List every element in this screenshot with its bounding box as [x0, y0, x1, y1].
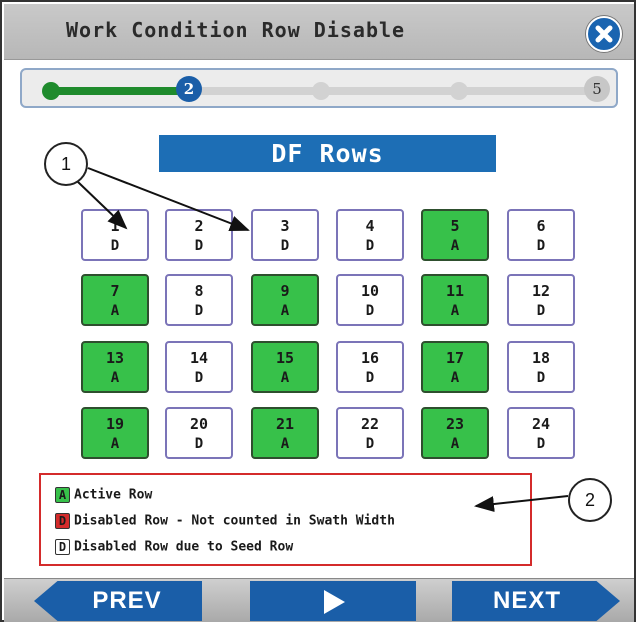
row-cell-22[interactable]: 22 D	[336, 407, 404, 459]
row-number: 2	[194, 217, 204, 235]
play-button[interactable]	[250, 581, 416, 621]
row-number: 11	[445, 282, 465, 300]
row-cell-24[interactable]: 24 D	[507, 407, 575, 459]
row-number: 15	[275, 349, 295, 367]
row-cell-11[interactable]: 11 A	[421, 274, 489, 326]
row-status: D	[536, 238, 546, 254]
row-cell-10[interactable]: 10 D	[336, 274, 404, 326]
row-status: A	[110, 303, 120, 319]
next-button[interactable]: NEXT	[452, 581, 620, 621]
row-cell-12[interactable]: 12 D	[507, 274, 575, 326]
row-status: A	[450, 303, 460, 319]
row-cell-8[interactable]: 8D	[165, 274, 233, 326]
app-window: Work Condition Row Disable 2 5 DF Rows 1…	[0, 0, 636, 622]
row-number: 14	[189, 349, 209, 367]
play-icon	[324, 589, 345, 614]
legend-key-disabled: D	[55, 513, 70, 529]
row-cell-4[interactable]: 4D	[336, 209, 404, 261]
row-cell-23[interactable]: 23 A	[421, 407, 489, 459]
row-number: 24	[531, 415, 551, 433]
row-number: 10	[360, 282, 380, 300]
row-number: 9	[280, 282, 290, 300]
row-cell-16[interactable]: 16 D	[336, 341, 404, 393]
row-status: A	[280, 370, 290, 386]
row-number: 4	[365, 217, 375, 235]
row-status: D	[194, 370, 204, 386]
row-status: A	[450, 238, 460, 254]
row-status: D	[365, 370, 375, 386]
row-cell-19[interactable]: 19 A	[81, 407, 149, 459]
row-number: 21	[275, 415, 295, 433]
row-number: 6	[536, 217, 546, 235]
row-number: 22	[360, 415, 380, 433]
legend-key-seed-disabled: D	[55, 539, 70, 555]
callout-1: 1	[44, 142, 88, 186]
row-status: D	[110, 238, 120, 254]
legend-label: Disabled Row due to Seed Row	[74, 539, 294, 555]
row-cell-14[interactable]: 14 D	[165, 341, 233, 393]
legend-item-seed-disabled: D Disabled Row due to Seed Row	[55, 539, 293, 559]
prev-button[interactable]: PREV	[34, 581, 202, 621]
row-number: 8	[194, 282, 204, 300]
row-number: 19	[105, 415, 125, 433]
row-number: 20	[189, 415, 209, 433]
row-number: 12	[531, 282, 551, 300]
row-status: D	[536, 303, 546, 319]
legend-key-active: A	[55, 487, 70, 503]
bottom-nav: PREV NEXT	[4, 578, 634, 622]
row-status: D	[365, 436, 375, 452]
row-number: 18	[531, 349, 551, 367]
row-status: A	[110, 436, 120, 452]
row-cell-1[interactable]: 1D	[81, 209, 149, 261]
row-status: D	[194, 436, 204, 452]
row-number: 7	[110, 282, 120, 300]
row-cell-18[interactable]: 18 D	[507, 341, 575, 393]
row-cell-20[interactable]: 20 D	[165, 407, 233, 459]
row-number: 5	[450, 217, 460, 235]
legend-label: Active Row	[74, 487, 153, 503]
row-number: 17	[445, 349, 465, 367]
row-status: A	[450, 370, 460, 386]
row-cell-17[interactable]: 17 A	[421, 341, 489, 393]
row-cell-21[interactable]: 21 A	[251, 407, 319, 459]
row-number: 13	[105, 349, 125, 367]
row-status: A	[280, 303, 290, 319]
row-status: A	[110, 370, 120, 386]
row-status: D	[536, 370, 546, 386]
row-status: D	[280, 238, 290, 254]
row-number: 16	[360, 349, 380, 367]
row-cell-13[interactable]: 13 A	[81, 341, 149, 393]
legend: A Active Row D Disabled Row - Not counted …	[39, 473, 532, 566]
row-number: 1	[110, 217, 120, 235]
row-status: A	[280, 436, 290, 452]
row-status: D	[536, 436, 546, 452]
row-cell-5[interactable]: 5A	[421, 209, 489, 261]
legend-item-active: A Active Row	[55, 487, 152, 507]
legend-item-disabled: D Disabled Row - Not counted in Swath Wid…	[55, 513, 395, 533]
row-cell-2[interactable]: 2D	[165, 209, 233, 261]
row-cell-7[interactable]: 7A	[81, 274, 149, 326]
row-cell-6[interactable]: 6D	[507, 209, 575, 261]
legend-label: Disabled Row - Not counted in Swath Widt…	[74, 513, 395, 529]
callout-2: 2	[568, 478, 612, 522]
row-status: D	[365, 238, 375, 254]
row-status: D	[194, 238, 204, 254]
row-cell-15[interactable]: 15 A	[251, 341, 319, 393]
row-cell-3[interactable]: 3D	[251, 209, 319, 261]
row-status: A	[450, 436, 460, 452]
row-number: 3	[280, 217, 290, 235]
row-number: 23	[445, 415, 465, 433]
row-status: D	[194, 303, 204, 319]
row-status: D	[365, 303, 375, 319]
row-cell-9[interactable]: 9A	[251, 274, 319, 326]
